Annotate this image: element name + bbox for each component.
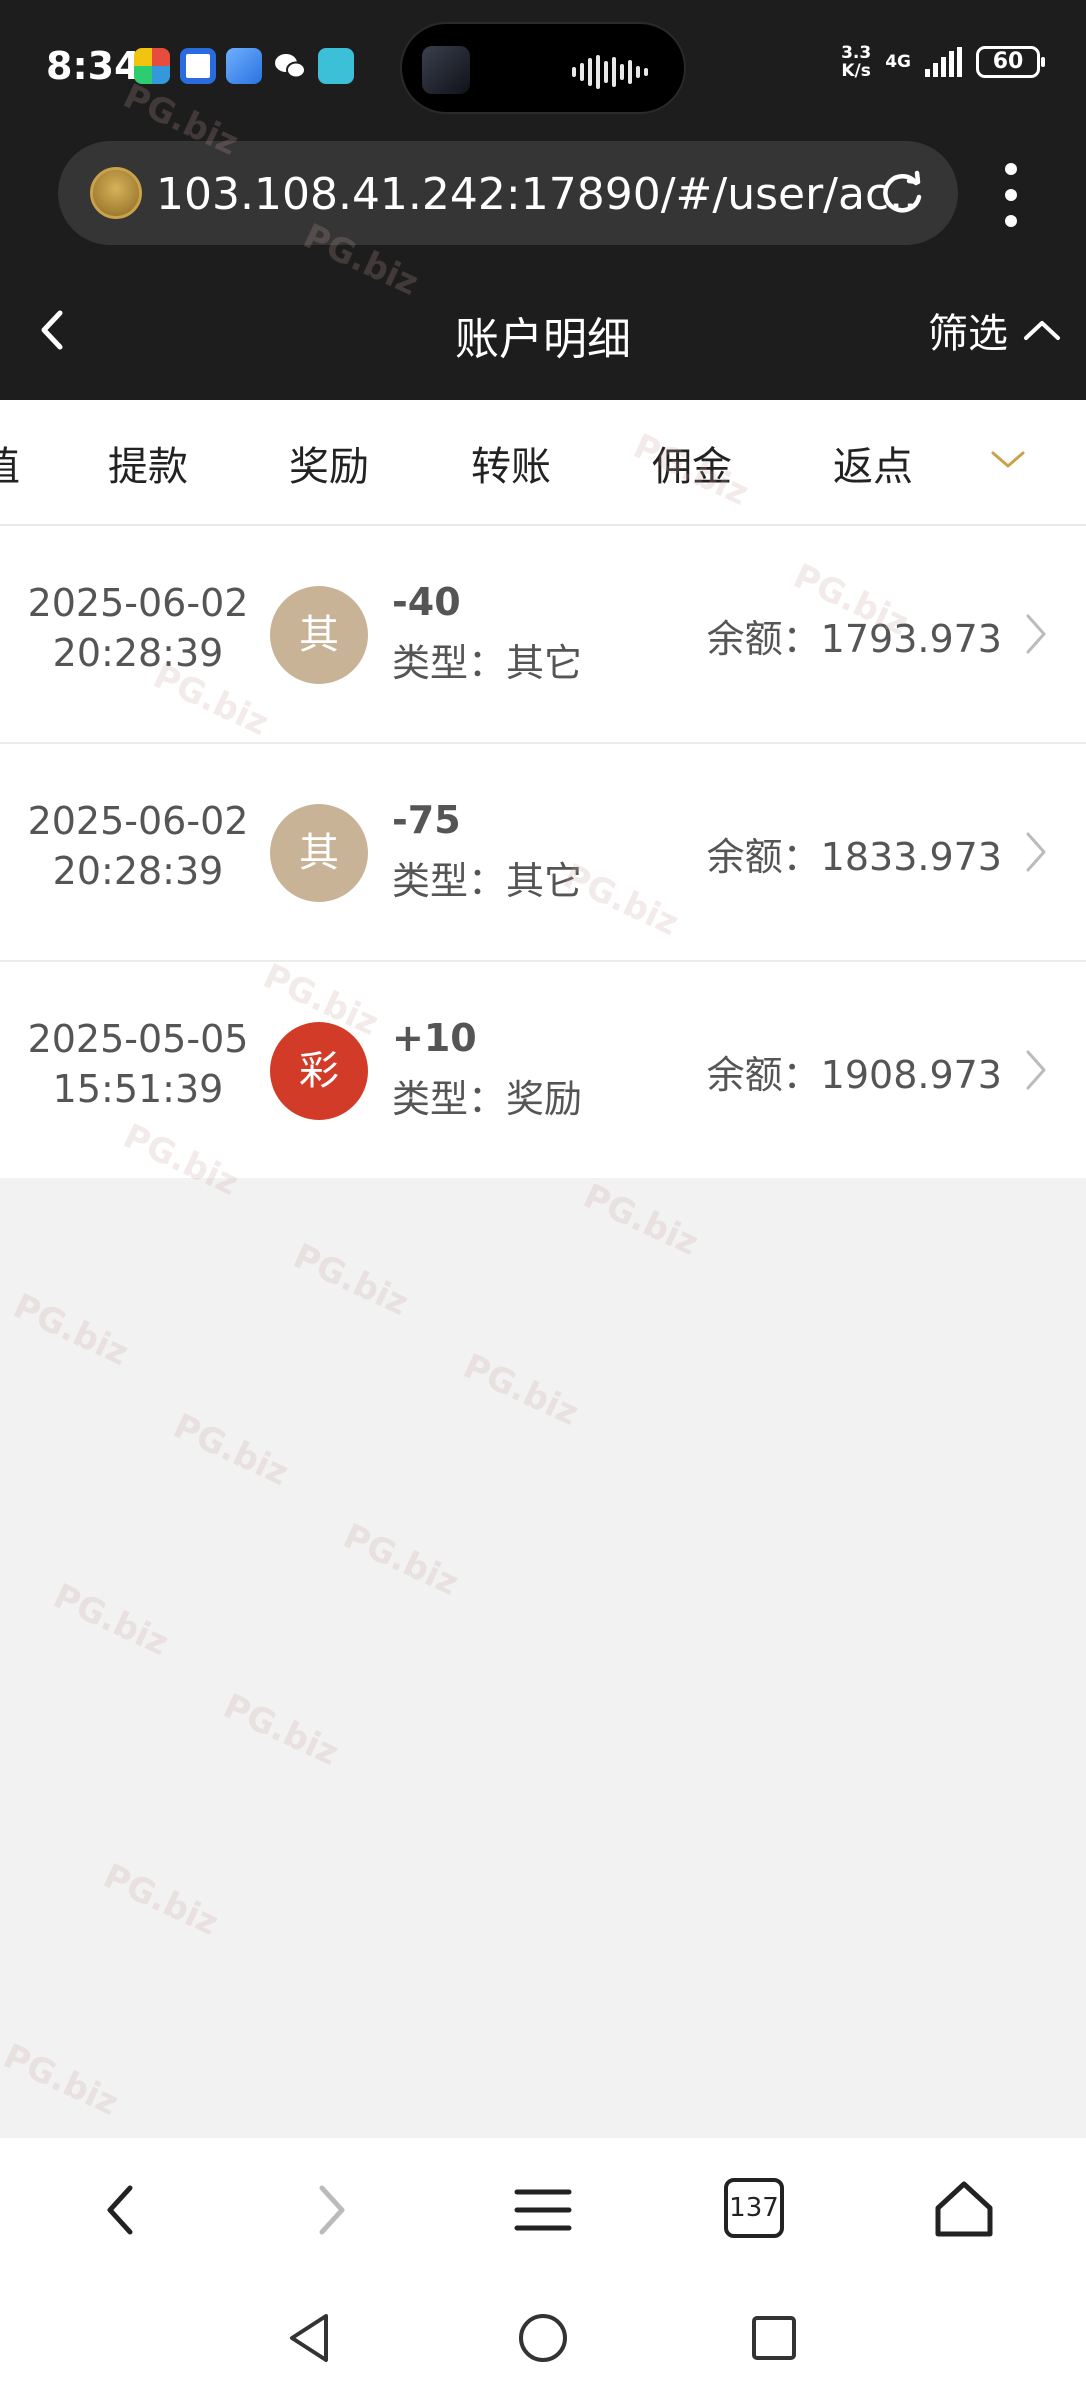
dynamic-island <box>400 22 686 114</box>
transaction-type-badge: 其 <box>270 804 368 902</box>
url-field[interactable]: 103.108.41.242:17890/#/user/ac... <box>58 141 958 245</box>
transaction-datetime: 2025-05-05 15:51:39 <box>0 1014 276 1114</box>
status-right: 3.3 K/s 4G 60 <box>841 44 1045 80</box>
transaction-balance: 余额：1833.973 <box>706 835 1002 879</box>
transaction-type-badge: 其 <box>270 586 368 684</box>
battery-level: 60 <box>992 49 1024 74</box>
chevron-down-icon[interactable] <box>990 444 1026 474</box>
transaction-amount: -75 <box>392 798 461 842</box>
reload-icon[interactable] <box>876 167 928 219</box>
transaction-balance: 余额：1908.973 <box>706 1053 1002 1097</box>
more-menu-icon[interactable] <box>996 163 1026 227</box>
battery-icon: 60 <box>976 46 1045 78</box>
network-type: 4G <box>885 52 911 72</box>
tab-rebate[interactable]: 返点 <box>833 434 913 492</box>
chevron-right-icon <box>1026 614 1046 654</box>
app-notification-icon <box>226 48 262 84</box>
page-header: 账户明细 筛选 <box>0 265 1086 400</box>
transaction-time: 15:51:39 <box>52 1067 224 1111</box>
transaction-date: 2025-05-05 <box>27 1017 249 1061</box>
page-title: 账户明细 <box>455 314 631 365</box>
transaction-type-badge: 彩 <box>270 1022 368 1120</box>
net-speed-unit: K/s <box>841 61 871 81</box>
browser-address-bar: 103.108.41.242:17890/#/user/ac... <box>0 135 1086 265</box>
tab-reward[interactable]: 奖励 <box>289 434 369 492</box>
screen: 8:34 3.3 K/s 4G 60 103.108.41.242:17890/… <box>0 0 1086 2400</box>
category-tabs: 充值 提款 奖励 转账 佣金 返点 <box>0 400 1086 526</box>
empty-content-area <box>0 1178 1086 2138</box>
home-icon[interactable] <box>932 2178 996 2242</box>
nav-recents-icon[interactable] <box>744 2308 804 2368</box>
app-notification-icon <box>180 48 216 84</box>
tabs-button[interactable]: 137 <box>724 2178 788 2242</box>
transaction-time: 20:28:39 <box>52 631 224 675</box>
tab-commission[interactable]: 佣金 <box>652 434 732 492</box>
filter-button[interactable]: 筛选 <box>928 301 1062 359</box>
transaction-balance: 余额：1793.973 <box>706 617 1002 661</box>
site-favicon-icon <box>90 167 142 219</box>
transaction-type: 类型：其它 <box>392 641 583 685</box>
media-thumbnail <box>422 46 470 94</box>
filter-label: 筛选 <box>928 311 1008 357</box>
net-speed: 3.3 K/s <box>841 44 871 80</box>
menu-icon[interactable] <box>511 2178 575 2242</box>
nav-back-icon[interactable] <box>282 2308 342 2368</box>
transaction-amount: +10 <box>392 1016 477 1060</box>
book-app-icon <box>318 48 354 84</box>
forward-icon[interactable] <box>298 2178 362 2242</box>
browser-toolbar: 137 <box>0 2138 1086 2278</box>
url-text[interactable]: 103.108.41.242:17890/#/user/ac... <box>156 169 916 220</box>
transaction-row[interactable]: 2025-06-02 20:28:39 其 -75 类型：其它 余额：1833.… <box>0 744 1086 962</box>
back-icon[interactable] <box>90 2178 154 2242</box>
transaction-date: 2025-06-02 <box>27 799 249 843</box>
transaction-datetime: 2025-06-02 20:28:39 <box>0 796 276 896</box>
chevron-up-icon <box>1024 321 1060 340</box>
tabs-count: 137 <box>724 2178 784 2238</box>
transaction-row[interactable]: 2025-05-05 15:51:39 彩 +10 类型：奖励 余额：1908.… <box>0 962 1086 1178</box>
notification-icons <box>134 48 354 84</box>
app-notification-icon <box>134 48 170 84</box>
transaction-datetime: 2025-06-02 20:28:39 <box>0 578 276 678</box>
transaction-type: 类型：奖励 <box>392 1077 583 1121</box>
system-nav-bar <box>0 2278 1086 2400</box>
chevron-right-icon <box>1026 1050 1046 1090</box>
status-bar: 8:34 3.3 K/s 4G 60 <box>0 0 1086 135</box>
transaction-list: 2025-06-02 20:28:39 其 -40 类型：其它 余额：1793.… <box>0 526 1086 1178</box>
nav-home-icon[interactable] <box>513 2308 573 2368</box>
status-time: 8:34 <box>46 44 141 88</box>
chevron-right-icon <box>1026 832 1046 872</box>
audio-wave-icon <box>572 54 648 90</box>
tab-withdraw[interactable]: 提款 <box>108 434 188 492</box>
transaction-amount: -40 <box>392 580 461 624</box>
tab-transfer[interactable]: 转账 <box>471 434 551 492</box>
signal-icon <box>925 47 962 77</box>
transaction-type: 类型：其它 <box>392 859 583 903</box>
tab-deposit[interactable]: 充值 <box>0 434 20 492</box>
transaction-row[interactable]: 2025-06-02 20:28:39 其 -40 类型：其它 余额：1793.… <box>0 526 1086 744</box>
net-speed-value: 3.3 <box>841 43 872 63</box>
transaction-date: 2025-06-02 <box>27 581 249 625</box>
transaction-time: 20:28:39 <box>52 849 224 893</box>
wechat-icon <box>272 48 308 84</box>
